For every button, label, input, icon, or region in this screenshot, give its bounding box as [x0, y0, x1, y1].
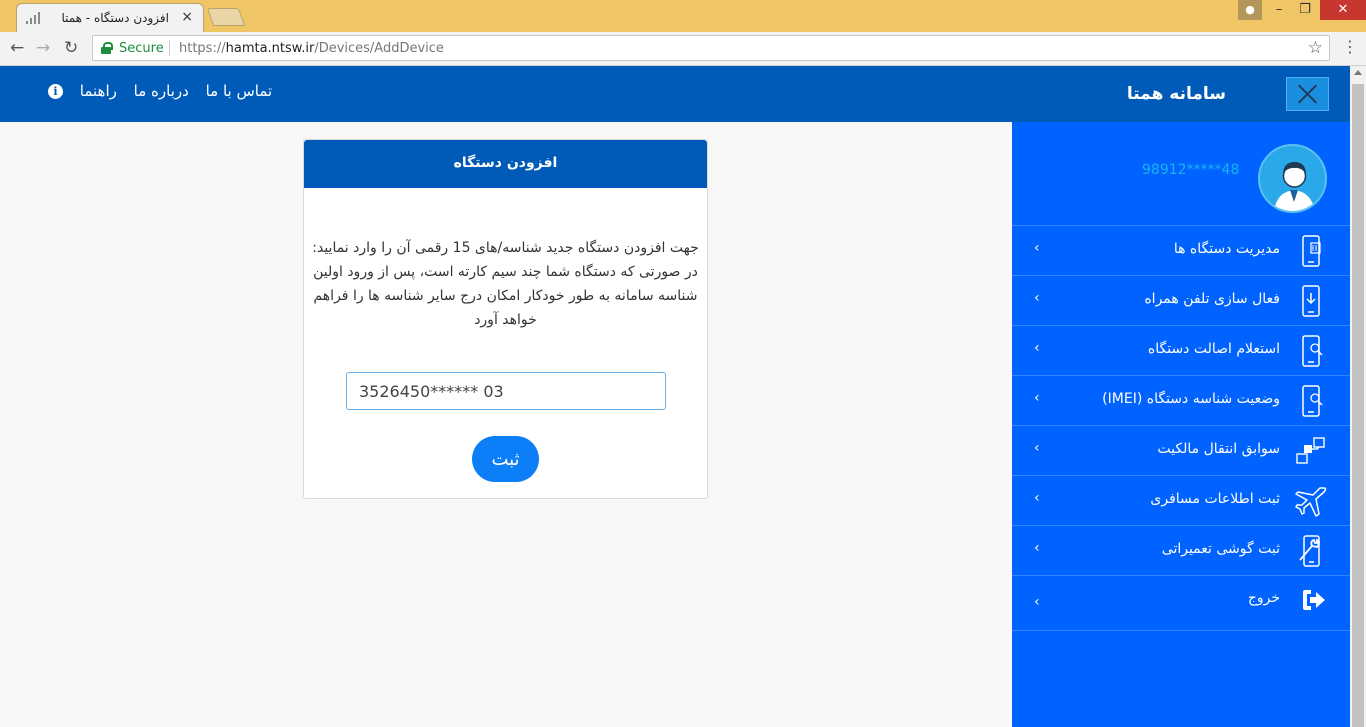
- repair-icon: [1299, 535, 1320, 567]
- submit-button[interactable]: ثبت: [472, 436, 539, 482]
- phone-search-icon: [1302, 335, 1323, 367]
- sidebar-item-ownership-transfer[interactable]: سوابق انتقال مالکیت ‹: [1012, 426, 1350, 476]
- secure-label: Secure: [119, 41, 164, 56]
- sidebar-item-logout[interactable]: خروج ‹: [1012, 576, 1350, 631]
- chevron-left-icon: ‹: [1034, 594, 1040, 610]
- scroll-thumb[interactable]: [1352, 84, 1364, 727]
- sidebar-menu: مدیریت دستگاه ها ‹ فعال سازی تلفن همراه …: [1012, 226, 1350, 631]
- scroll-up-icon[interactable]: [1354, 70, 1362, 75]
- avatar: [1258, 144, 1327, 213]
- chevron-left-icon: ‹: [1034, 290, 1040, 306]
- nav-link-about[interactable]: درباره ما: [134, 82, 189, 100]
- airplane-icon: [1295, 487, 1327, 517]
- nav-link-help[interactable]: راهنما i: [36, 82, 117, 100]
- chevron-left-icon: ‹: [1034, 440, 1040, 456]
- browser-titlebar: افزودن دستگاه - همتا × ● – ❐ ✕: [0, 0, 1366, 32]
- sidebar-item-traveler-info[interactable]: ثبت اطلاعات مسافری ‹: [1012, 476, 1350, 526]
- app-title: سامانه همتا: [1126, 84, 1226, 104]
- transfer-icon: [1296, 437, 1325, 464]
- window-close-icon[interactable]: ✕: [1320, 0, 1366, 20]
- logout-icon: [1303, 590, 1325, 610]
- phone-search-icon: [1302, 385, 1323, 417]
- menu-dots-icon[interactable]: ⋮: [1342, 37, 1358, 56]
- new-tab-button[interactable]: [206, 8, 246, 26]
- sidebar: 98912*****48 مدیریت دستگاه ها ‹ فعال ساز…: [1012, 122, 1350, 727]
- star-icon[interactable]: ☆: [1308, 38, 1323, 58]
- user-icon[interactable]: ●: [1238, 0, 1262, 20]
- phone-download-icon: [1302, 285, 1320, 317]
- lock-icon: [101, 42, 113, 54]
- browser-toolbar: ← → ↻ Secure https://hamta.ntsw.ir/Devic…: [0, 32, 1366, 66]
- sidebar-item-imei-status[interactable]: وضعیت شناسه دستگاه (IMEI) ‹: [1012, 376, 1350, 426]
- url-text[interactable]: https://hamta.ntsw.ir/Devices/AddDevice: [179, 41, 444, 56]
- app-header: تماس با ما درباره ما راهنما i سامانه همت…: [0, 66, 1350, 122]
- restore-icon[interactable]: ❐: [1290, 0, 1320, 20]
- chevron-left-icon: ‹: [1034, 240, 1040, 256]
- sidebar-item-device-management[interactable]: مدیریت دستگاه ها ‹: [1012, 226, 1350, 276]
- sidebar-item-authenticity[interactable]: استعلام اصالت دستگاه ‹: [1012, 326, 1350, 376]
- add-device-card: افزودن دستگاه جهت افزودن دستگاه جدید شنا…: [303, 139, 708, 499]
- imei-input[interactable]: [346, 372, 666, 410]
- browser-tab[interactable]: افزودن دستگاه - همتا ×: [16, 3, 204, 32]
- reload-icon[interactable]: ↻: [64, 38, 78, 58]
- omnibox-divider: [169, 40, 170, 56]
- chevron-left-icon: ‹: [1034, 490, 1040, 506]
- phone-manage-icon: [1302, 235, 1321, 267]
- back-arrow-icon[interactable]: ←: [10, 38, 24, 58]
- instruction-text: جهت افزودن دستگاه جدید شناسه/های 15 رقمی…: [312, 240, 699, 328]
- address-bar[interactable]: Secure https://hamta.ntsw.ir/Devices/Add…: [92, 35, 1330, 61]
- sidebar-item-activation[interactable]: فعال سازی تلفن همراه ‹: [1012, 276, 1350, 326]
- page-scrollbar[interactable]: [1350, 66, 1366, 727]
- tab-title: افزودن دستگاه - همتا: [61, 11, 169, 25]
- info-icon: i: [48, 84, 63, 99]
- forward-arrow-icon[interactable]: →: [36, 38, 50, 58]
- nav-link-contact[interactable]: تماس با ما: [206, 82, 273, 100]
- sidebar-item-repair-phone[interactable]: ثبت گوشی تعمیراتی ‹: [1012, 526, 1350, 576]
- tab-close-icon[interactable]: ×: [181, 9, 193, 25]
- top-links: تماس با ما درباره ما راهنما i: [24, 82, 272, 100]
- chevron-left-icon: ‹: [1034, 540, 1040, 556]
- sidebar-toggle-close-icon[interactable]: [1286, 77, 1329, 111]
- signal-icon: [26, 12, 40, 24]
- profile-section: 98912*****48: [1012, 122, 1350, 226]
- card-title: افزودن دستگاه: [304, 140, 707, 188]
- user-phone: 98912*****48: [1142, 162, 1240, 178]
- chevron-left-icon: ‹: [1034, 340, 1040, 356]
- user-avatar-icon: [1274, 162, 1315, 211]
- chevron-left-icon: ‹: [1034, 390, 1040, 406]
